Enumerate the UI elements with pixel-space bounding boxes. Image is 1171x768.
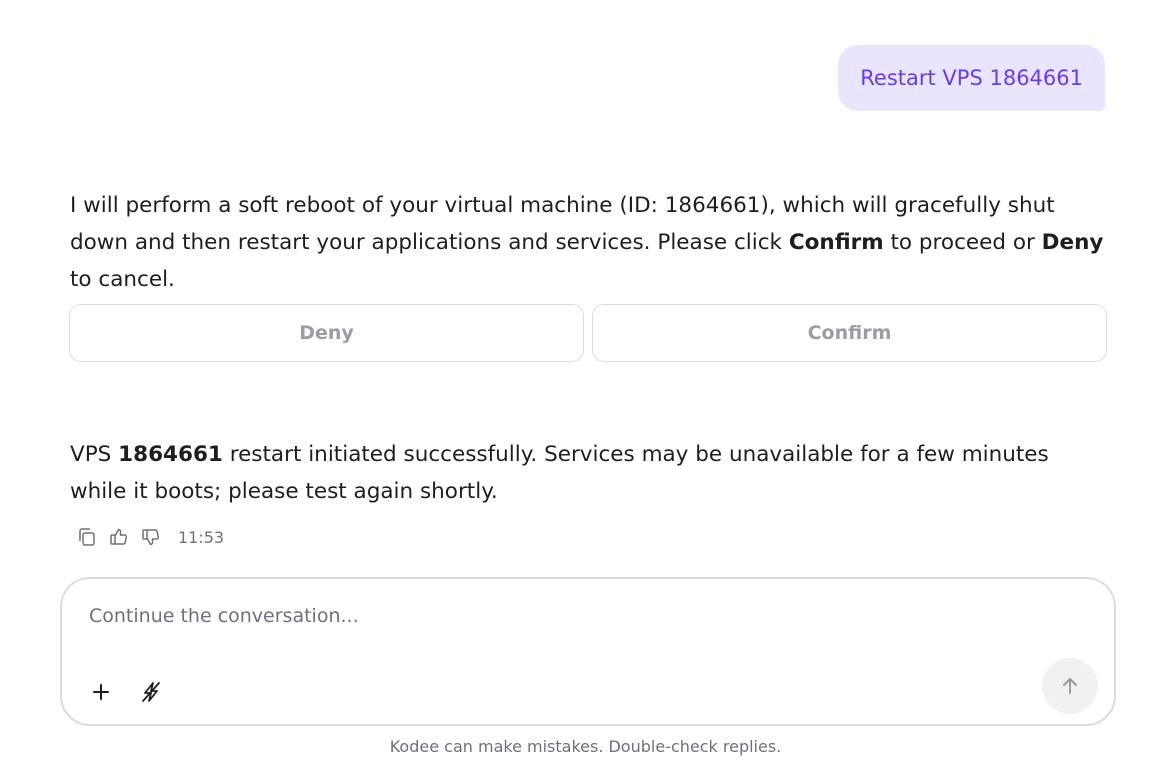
bolt-icon[interactable] <box>138 679 164 705</box>
user-message-bubble: Restart VPS 1864661 <box>838 45 1105 111</box>
thumbs-up-icon[interactable] <box>108 526 130 548</box>
user-message-text: Restart VPS 1864661 <box>860 66 1083 90</box>
deny-button[interactable]: Deny <box>69 304 584 362</box>
disclaimer-text: Kodee can make mistakes. Double-check re… <box>389 737 782 756</box>
deny-keyword: Deny <box>1041 230 1104 255</box>
assistant-message-confirm-request: I will perform a soft reboot of your vir… <box>70 187 1106 298</box>
message-feedback-bar: 11:53 <box>76 524 224 550</box>
message-composer: Continue the conversation... <box>60 577 1116 726</box>
arrow-up-icon <box>1063 678 1077 694</box>
thumbs-down-icon[interactable] <box>140 526 162 548</box>
assistant-message-text: to cancel. <box>70 267 175 292</box>
confirm-button[interactable]: Confirm <box>592 304 1107 362</box>
assistant-message-text: VPS <box>70 442 119 467</box>
copy-icon[interactable] <box>76 526 98 548</box>
assistant-message-text: to proceed or <box>883 230 1042 255</box>
confirm-keyword: Confirm <box>788 230 884 255</box>
confirmation-actions: Deny Confirm <box>69 304 1107 362</box>
send-button[interactable] <box>1042 658 1098 714</box>
plus-icon[interactable] <box>88 679 114 705</box>
composer-input[interactable]: Continue the conversation... <box>89 605 359 627</box>
vps-id: 1864661 <box>118 442 223 467</box>
message-timestamp: 11:53 <box>178 527 225 547</box>
assistant-message-result: VPS 1864661 restart initiated successful… <box>70 436 1106 510</box>
chat-page: Restart VPS 1864661 I will perform a sof… <box>0 0 1171 768</box>
